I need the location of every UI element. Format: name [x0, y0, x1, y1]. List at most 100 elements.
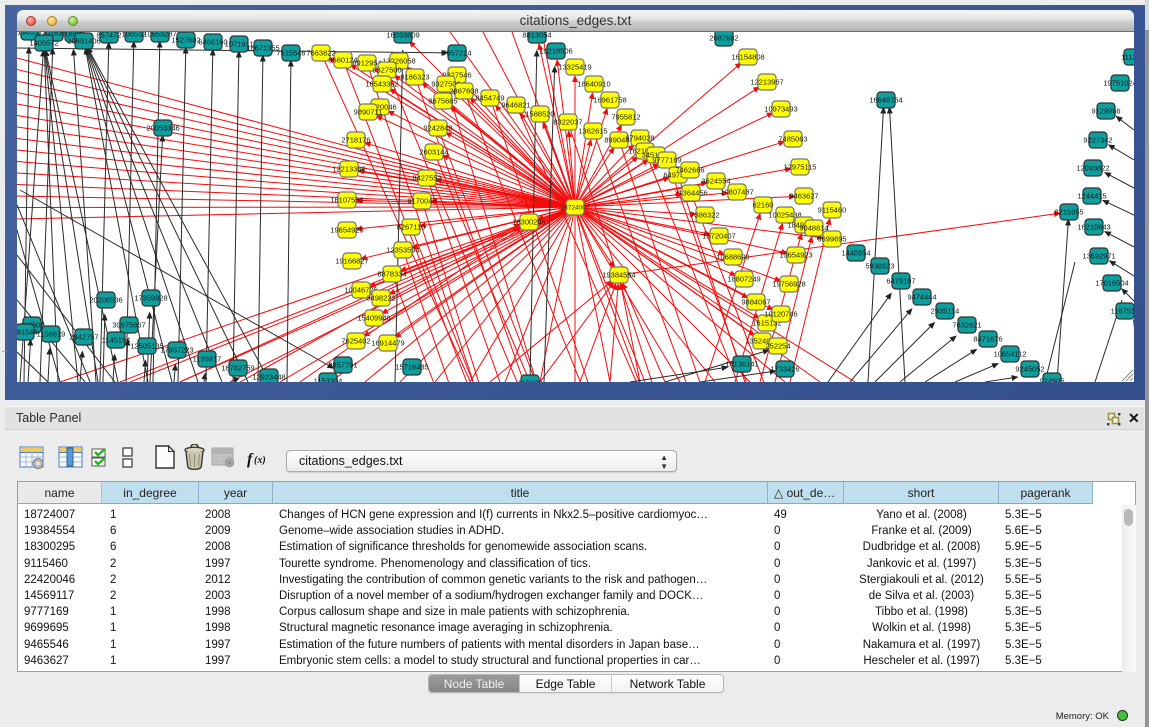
svg-text:9242848: 9242848: [423, 124, 452, 133]
svg-text:16671355: 16671355: [246, 44, 279, 53]
svg-text:252254: 252254: [765, 342, 790, 351]
svg-text:12505135: 12505135: [130, 342, 163, 351]
svg-text:111234: 111234: [1121, 53, 1134, 62]
svg-text:16154808: 16154808: [731, 53, 764, 62]
svg-text:12923448: 12923448: [252, 373, 285, 382]
svg-text:8813054: 8813054: [522, 32, 551, 40]
svg-text:5938923: 5938923: [865, 262, 894, 271]
svg-text:18724007: 18724007: [561, 205, 590, 212]
svg-text:18300295: 18300295: [512, 218, 545, 227]
svg-text:17359928: 17359928: [134, 294, 167, 303]
svg-text:1362615: 1362615: [578, 127, 607, 136]
svg-text:10654112: 10654112: [994, 350, 1027, 359]
svg-text:16914479: 16914479: [371, 339, 404, 348]
svg-text:16782759: 16782759: [221, 364, 254, 373]
svg-text:8427552: 8427552: [412, 174, 441, 183]
svg-text:1527602: 1527602: [171, 36, 200, 45]
svg-text:9857791: 9857791: [328, 361, 357, 370]
svg-text:17957223: 17957223: [160, 346, 193, 355]
svg-text:12213369: 12213369: [332, 165, 365, 174]
svg-text:9115460: 9115460: [818, 206, 847, 215]
svg-text:1588520: 1588520: [525, 110, 554, 119]
svg-text:2603144: 2603144: [419, 148, 448, 157]
svg-text:18640910: 18640910: [577, 80, 610, 89]
svg-text:19218506: 19218506: [539, 47, 572, 56]
svg-text:12975115: 12975115: [784, 163, 817, 172]
svg-text:15716485: 15716485: [395, 363, 428, 372]
svg-text:8322037: 8322037: [553, 118, 582, 127]
svg-text:924505: 924505: [1039, 377, 1064, 383]
svg-text:1167534: 1167534: [1111, 307, 1134, 316]
svg-text:19166827: 19166827: [335, 257, 368, 266]
svg-text:8215955: 8215955: [1054, 208, 1083, 217]
svg-text:2087682: 2087682: [709, 34, 738, 43]
svg-text:14136141: 14136141: [725, 360, 758, 369]
svg-text:9227342: 9227342: [1083, 136, 1112, 145]
svg-text:2942757: 2942757: [69, 333, 98, 342]
svg-text:21364456: 21364456: [674, 189, 707, 198]
svg-text:13325419: 13325419: [558, 63, 591, 72]
svg-text:20206536: 20206536: [89, 296, 122, 305]
svg-text:16648764: 16648764: [869, 96, 902, 105]
svg-text:8675685: 8675685: [428, 97, 457, 106]
svg-text:9327500: 9327500: [372, 66, 401, 75]
svg-text:2935114: 2935114: [931, 307, 960, 316]
svg-text:f: f: [247, 451, 254, 468]
svg-text:12093822: 12093822: [1076, 164, 1109, 173]
svg-text:1195817: 1195817: [193, 355, 222, 364]
svg-text:17016504: 17016504: [1095, 279, 1128, 288]
svg-text:7485063: 7485063: [778, 135, 807, 144]
svg-text:9890711: 9890711: [354, 108, 383, 117]
svg-text:391544: 391544: [17, 328, 38, 337]
svg-text:7957224: 7957224: [442, 49, 471, 58]
svg-text:115330: 115330: [518, 379, 542, 383]
svg-text:10120746: 10120746: [764, 310, 797, 319]
svg-text:16033809: 16033809: [386, 32, 419, 40]
svg-text:1733426: 1733426: [770, 365, 799, 374]
svg-text:9463627: 9463627: [789, 192, 818, 201]
svg-text:6479197: 6479197: [886, 277, 915, 286]
svg-text:9474444: 9474444: [907, 293, 936, 302]
svg-text:12353594: 12353594: [386, 246, 419, 255]
svg-text:18807249: 18807249: [727, 275, 760, 284]
svg-text:7632621: 7632621: [952, 321, 981, 330]
svg-text:1440954: 1440954: [841, 249, 870, 258]
svg-text:9777169: 9777169: [652, 156, 681, 165]
svg-text:20053346: 20053346: [146, 124, 179, 133]
svg-text:9884067: 9884067: [741, 298, 770, 307]
svg-text:7462666: 7462666: [675, 166, 704, 175]
svg-text:6794028: 6794028: [625, 134, 654, 143]
svg-text:8267110: 8267110: [397, 223, 426, 232]
svg-text:39975867: 39975867: [112, 321, 145, 330]
svg-text:(x): (x): [254, 455, 266, 466]
svg-text:3498222: 3498222: [366, 294, 395, 303]
svg-text:1405572: 1405572: [29, 39, 58, 48]
svg-text:2867608: 2867608: [449, 87, 478, 96]
svg-text:16107553: 16107553: [330, 196, 363, 205]
svg-text:19751024: 19751024: [1103, 79, 1134, 88]
svg-text:10807487: 10807487: [720, 188, 753, 197]
svg-text:3624554: 3624554: [701, 177, 730, 186]
svg-text:6466160: 6466160: [198, 38, 227, 47]
svg-text:2718176: 2718176: [341, 136, 370, 145]
svg-text:19654923: 19654923: [779, 251, 812, 260]
svg-text:7955812: 7955812: [611, 113, 640, 122]
svg-text:8878334: 8878334: [377, 270, 406, 279]
svg-text:15720407: 15720407: [702, 232, 735, 241]
svg-text:9129966: 9129966: [1091, 107, 1120, 116]
svg-text:1145194: 1145194: [102, 336, 131, 345]
svg-text:7515546: 7515546: [276, 49, 305, 58]
svg-text:9245052: 9245052: [1015, 365, 1044, 374]
svg-text:19654925: 19654925: [330, 226, 363, 235]
svg-text:19756928: 19756928: [772, 280, 805, 289]
svg-text:7625402: 7625402: [341, 337, 370, 346]
svg-text:1156819: 1156819: [37, 330, 66, 339]
svg-text:15409948: 15409948: [357, 314, 390, 323]
svg-text:9170046: 9170046: [407, 197, 436, 206]
svg-text:12213967: 12213967: [750, 78, 783, 87]
svg-text:16210643: 16210643: [1077, 223, 1110, 232]
svg-text:10973493: 10973493: [764, 105, 797, 114]
svg-text:1153304: 1153304: [314, 377, 343, 383]
svg-text:8186323: 8186323: [400, 73, 429, 82]
svg-text:7386322: 7386322: [690, 211, 719, 220]
